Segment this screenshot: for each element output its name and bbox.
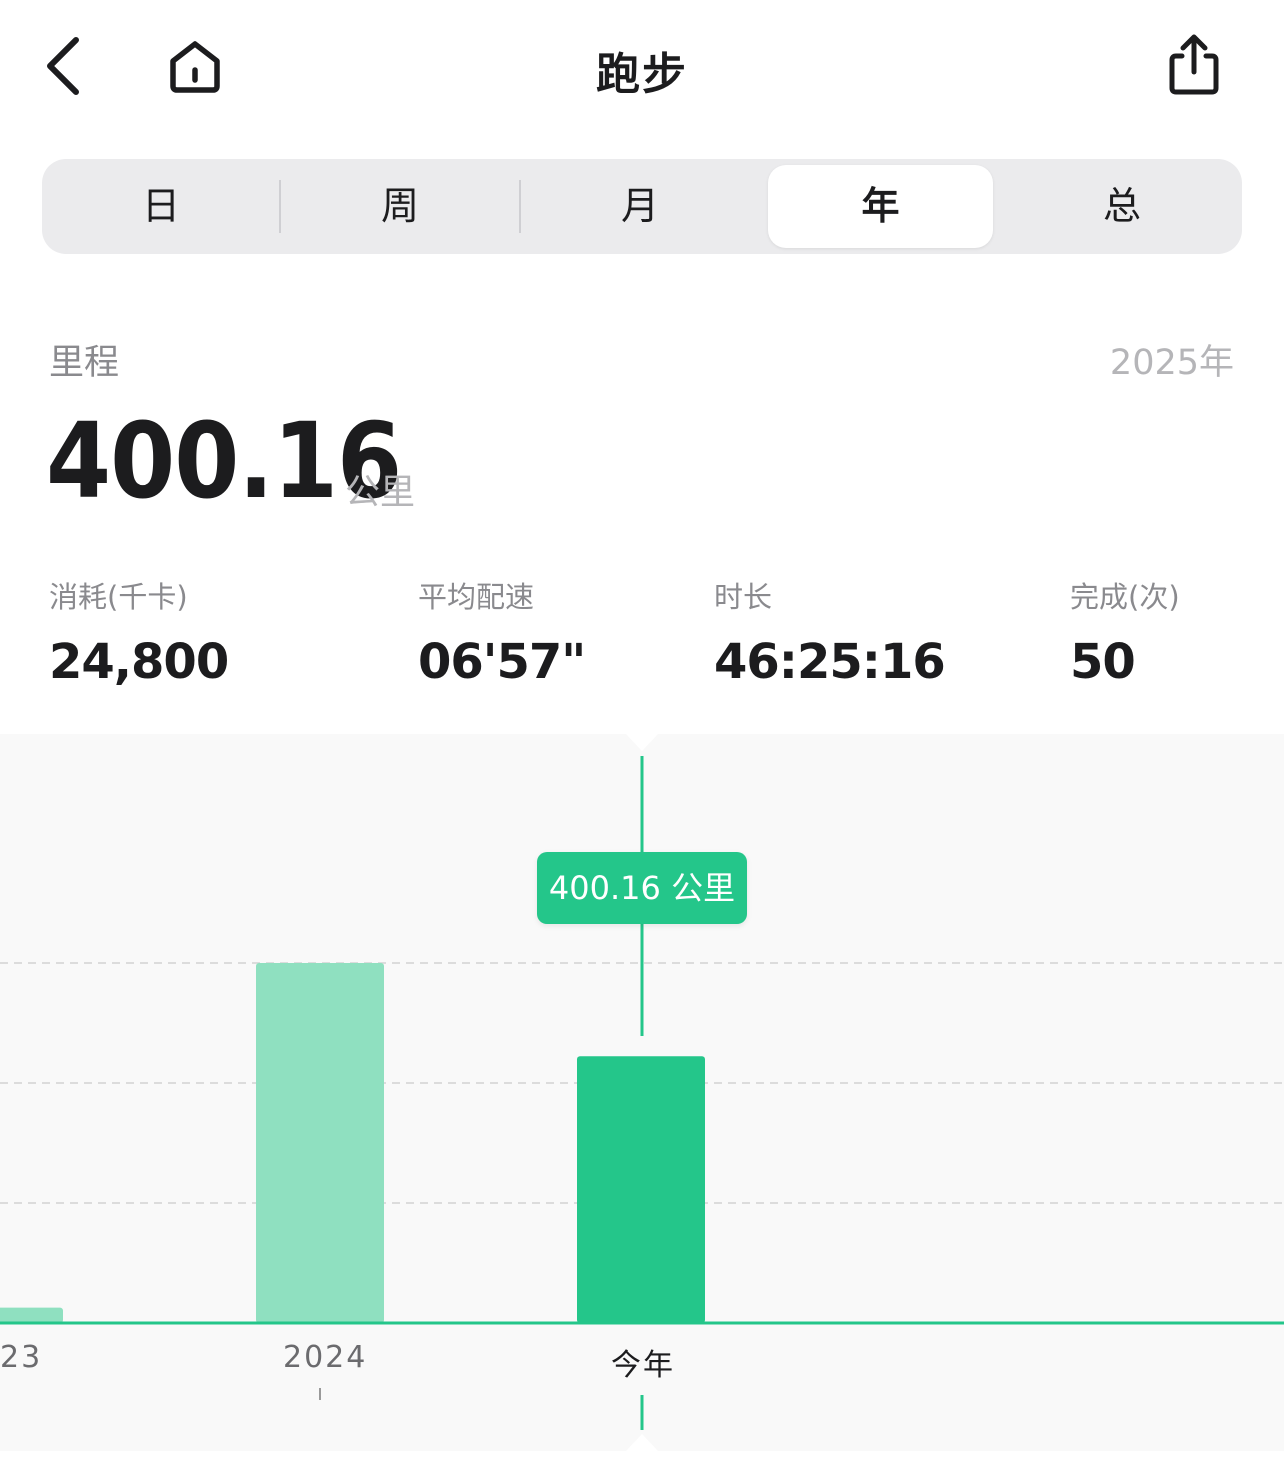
bar-2[interactable] (577, 1056, 705, 1323)
x-label-2024: 2024 (283, 1340, 368, 1375)
segment-year[interactable]: 年 (768, 165, 993, 248)
page-title: 跑步 (596, 49, 688, 100)
stat-pace: 平均配速 06'57" (418, 574, 586, 690)
bar-0[interactable] (0, 1307, 63, 1323)
stat-value: 46:25:16 (714, 634, 946, 690)
value-tooltip: 400.16 公里 (537, 852, 747, 924)
distance-unit: 公里 (345, 473, 416, 513)
stat-label: 完成(次) (1070, 580, 1180, 614)
stat-value: 06'57" (418, 634, 586, 690)
share-icon[interactable] (1164, 32, 1224, 98)
stat-label: 平均配速 (418, 580, 535, 614)
stat-calories: 消耗(千卡) 24,800 (49, 574, 229, 690)
x-label-this-year: 今年 (611, 1348, 675, 1383)
stat-duration: 时长 46:25:16 (714, 574, 946, 690)
bar-1[interactable] (256, 963, 384, 1323)
segment-total[interactable]: 总 (1002, 159, 1242, 254)
stat-value: 24,800 (49, 634, 229, 690)
period-label: 2025年 (1109, 343, 1234, 383)
stat-count: 完成(次) 50 (1070, 574, 1180, 690)
metric-label: 里程 (49, 343, 120, 383)
segment-month[interactable]: 月 (520, 159, 760, 254)
segment-day[interactable]: 日 (42, 159, 280, 254)
x-label-2023: 23 (0, 1340, 43, 1375)
stat-label: 时长 (714, 580, 773, 614)
navigation-bar: 跑步 (0, 0, 1284, 135)
stat-label: 消耗(千卡) (49, 580, 188, 614)
segment-week[interactable]: 周 (280, 159, 520, 254)
period-segmented-control: 日 周 月 年 总 (42, 159, 1242, 254)
stat-value: 50 (1070, 634, 1136, 690)
